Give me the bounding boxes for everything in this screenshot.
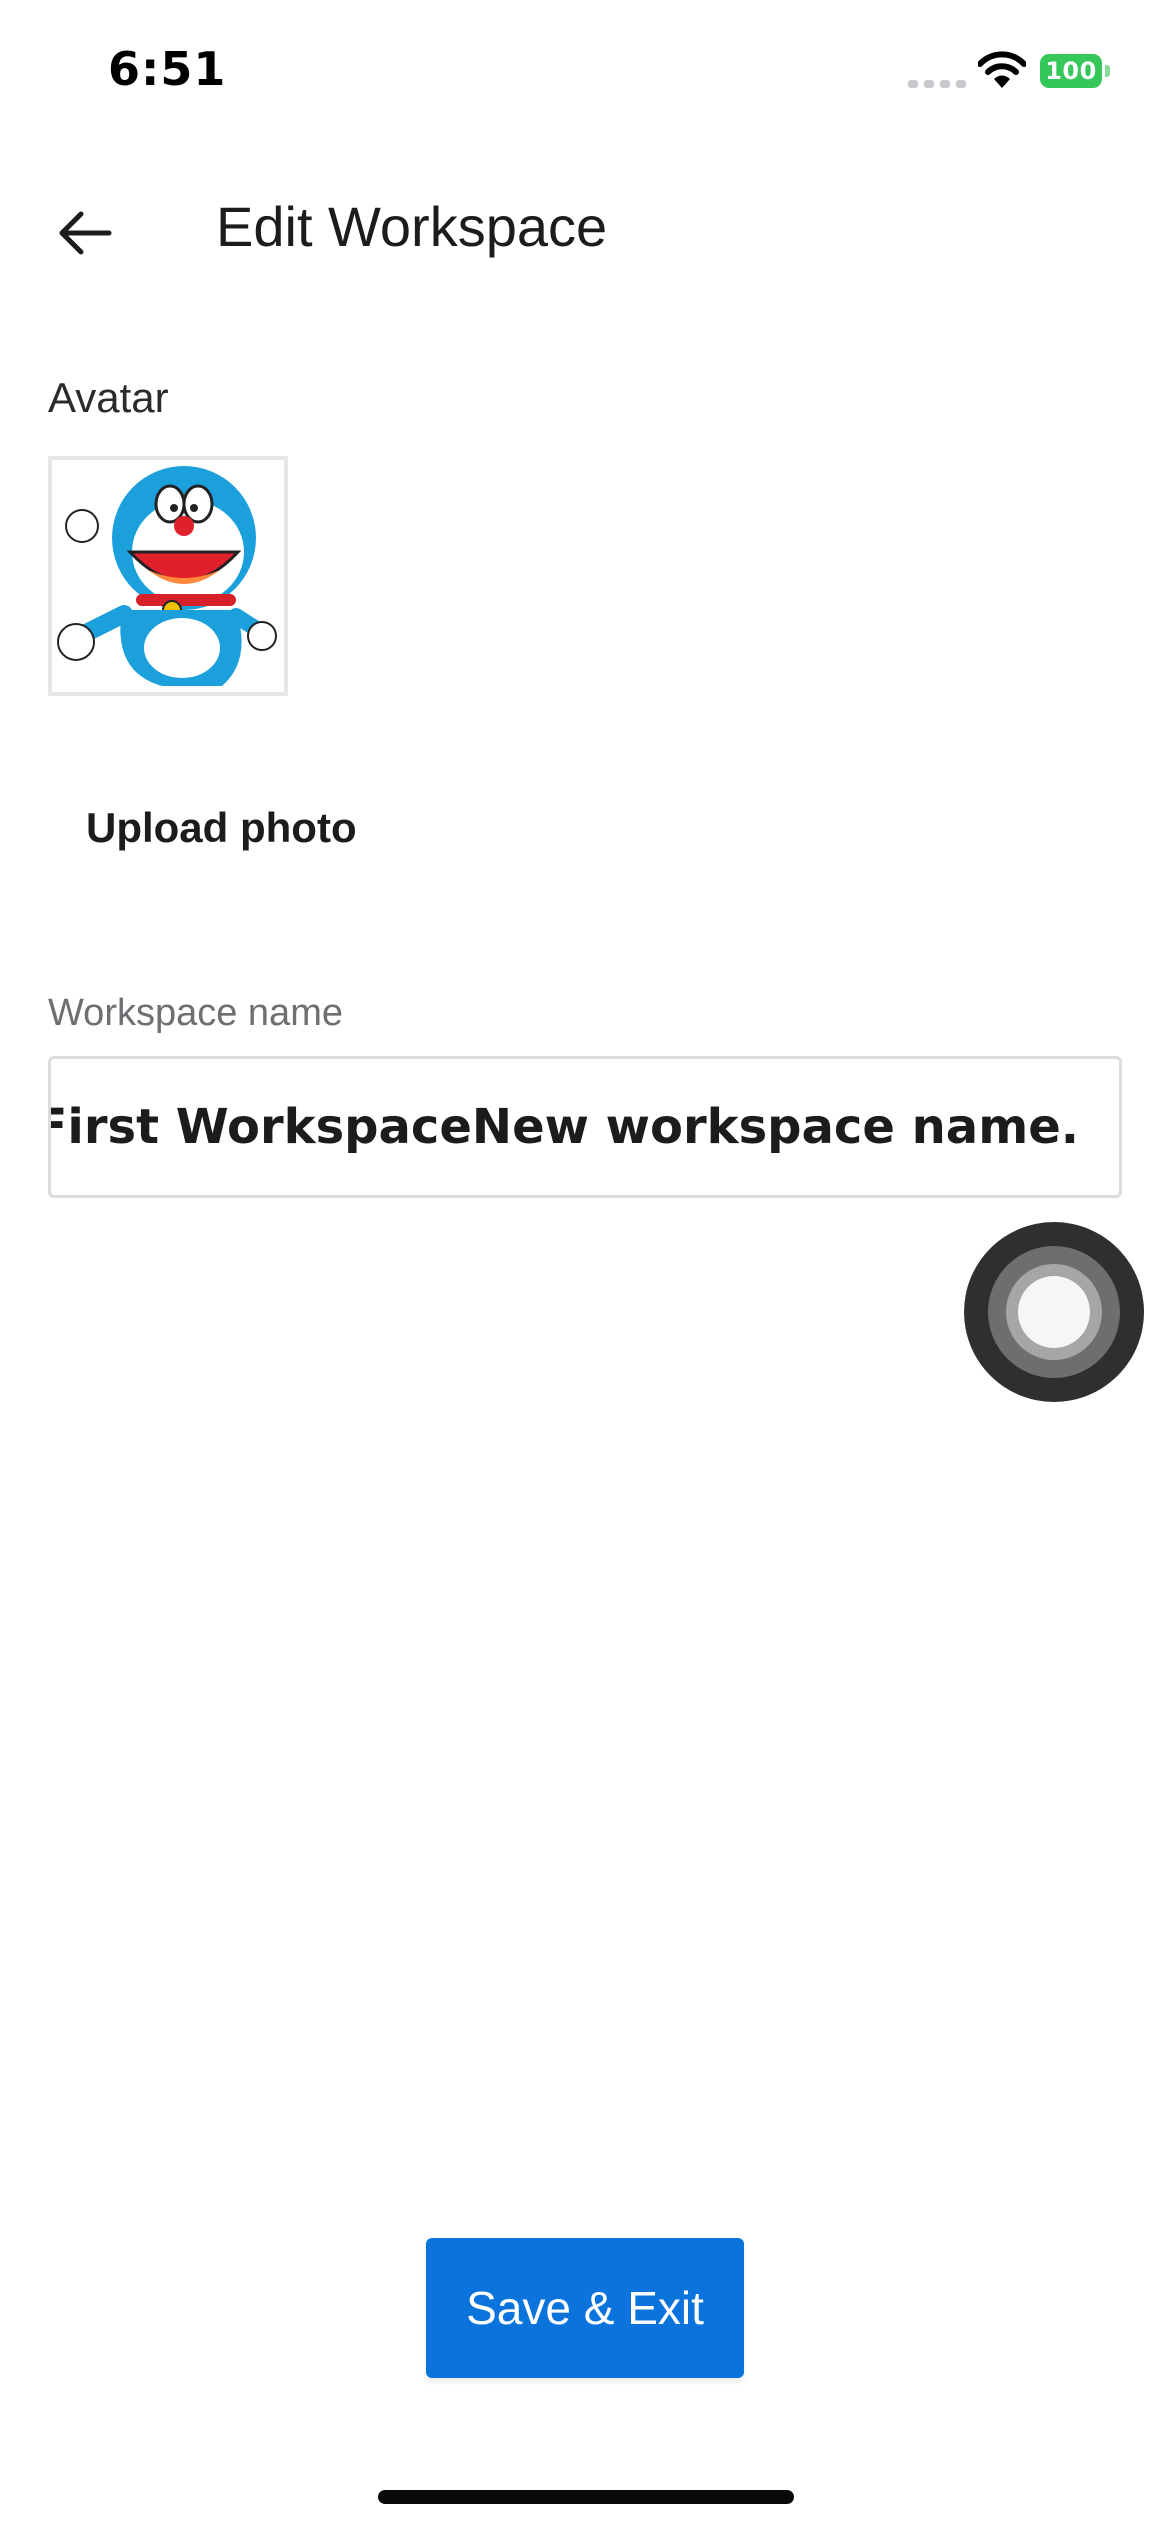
- arrow-left-icon: [57, 209, 113, 261]
- avatar-label: Avatar: [48, 374, 169, 421]
- wifi-icon: [977, 50, 1027, 90]
- workspace-name-value: My First WorkspaceNew workspace name.: [48, 1099, 1079, 1155]
- workspace-name-input[interactable]: My First WorkspaceNew workspace name.: [48, 1056, 1122, 1198]
- signal-icon: [908, 74, 966, 88]
- avatar-image[interactable]: [48, 456, 288, 696]
- save-exit-button[interactable]: Save & Exit: [426, 2238, 744, 2378]
- status-bar: 6:51 100: [0, 0, 1170, 150]
- assistive-touch-button[interactable]: [964, 1222, 1144, 1402]
- battery-level: 100: [1045, 57, 1097, 85]
- header: Edit Workspace: [0, 170, 1170, 280]
- back-button[interactable]: [40, 190, 130, 280]
- status-time: 6:51: [108, 42, 227, 96]
- battery-icon: 100: [1040, 52, 1110, 92]
- upload-photo-button[interactable]: Upload photo: [66, 790, 377, 866]
- home-indicator[interactable]: [378, 2490, 794, 2504]
- workspace-name-label: Workspace name: [48, 992, 343, 1034]
- page-title: Edit Workspace: [216, 195, 608, 258]
